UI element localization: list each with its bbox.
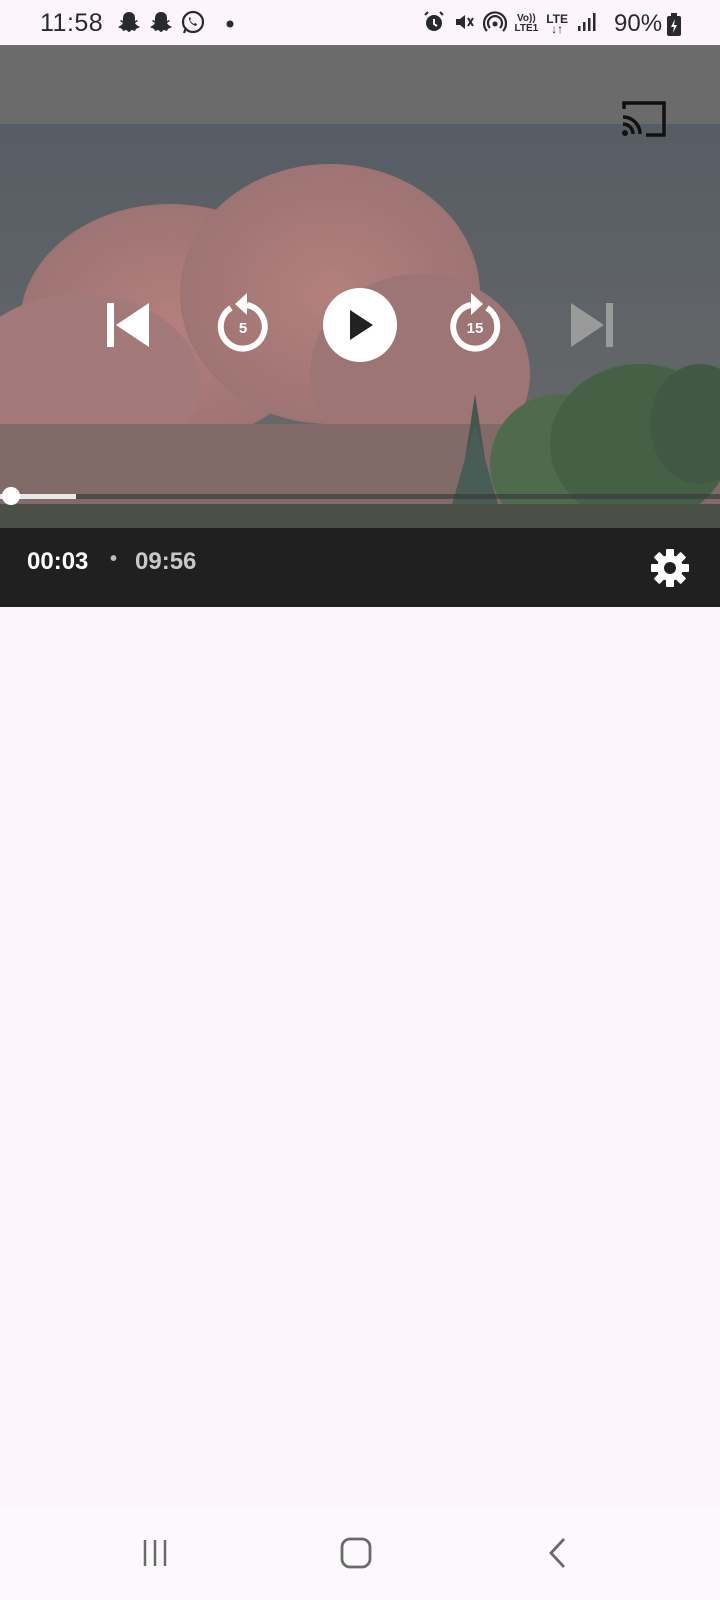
time-separator: • (110, 548, 118, 570)
next-button[interactable] (552, 285, 632, 365)
back-button[interactable] (528, 1528, 588, 1578)
total-time: 09:56 (135, 548, 197, 575)
playback-controls: 5 15 (0, 285, 720, 365)
settings-button[interactable] (648, 546, 692, 590)
status-bar: 11:58 Vo)) LTE1 LTE ↓↑ 90% (0, 0, 720, 45)
play-circle (323, 288, 397, 362)
navigation-bar (0, 1508, 720, 1600)
volte-bottom-label: LTE1 (514, 23, 539, 34)
mute-icon (453, 11, 475, 38)
cast-icon (622, 101, 666, 137)
video-player[interactable]: 5 15 00:03 • 09:56 (0, 45, 720, 607)
rewind-seconds: 5 (238, 319, 248, 337)
battery-percent: 90% (614, 10, 663, 37)
snapchat-icon (116, 10, 142, 39)
signal-icon (576, 12, 596, 37)
cast-button[interactable] (620, 99, 668, 139)
notification-icons (116, 10, 234, 39)
alarm-icon (423, 10, 445, 38)
lte-icon: LTE ↓↑ (546, 13, 568, 35)
forward-button[interactable]: 15 (435, 285, 515, 365)
snapchat-icon (148, 10, 174, 39)
play-icon (350, 310, 373, 340)
hotspot-icon (482, 10, 507, 38)
time-bar: 00:03 • 09:56 (0, 528, 720, 607)
recent-apps-button[interactable] (125, 1528, 185, 1578)
play-button[interactable] (320, 285, 400, 365)
current-time: 00:03 (27, 548, 89, 575)
dot-icon (226, 15, 234, 33)
back-icon (549, 1538, 566, 1568)
volte-icon: Vo)) LTE1 (515, 14, 539, 34)
status-time: 11:58 (40, 9, 104, 37)
recent-apps-icon (143, 1540, 167, 1566)
previous-button[interactable] (88, 285, 168, 365)
settings-icon (651, 549, 689, 587)
seek-bar-thumb[interactable] (1, 487, 20, 505)
rewind-button[interactable]: 5 (203, 285, 283, 365)
home-icon (340, 1537, 372, 1569)
forward-seconds: 15 (466, 319, 484, 337)
battery-icon (666, 13, 682, 42)
seek-bar[interactable] (0, 487, 720, 505)
skip-next-icon (571, 303, 613, 347)
skip-previous-icon (107, 303, 149, 347)
system-icons: Vo)) LTE1 LTE ↓↑ (423, 10, 597, 38)
whatsapp-icon (180, 10, 206, 39)
home-button[interactable] (326, 1528, 386, 1578)
